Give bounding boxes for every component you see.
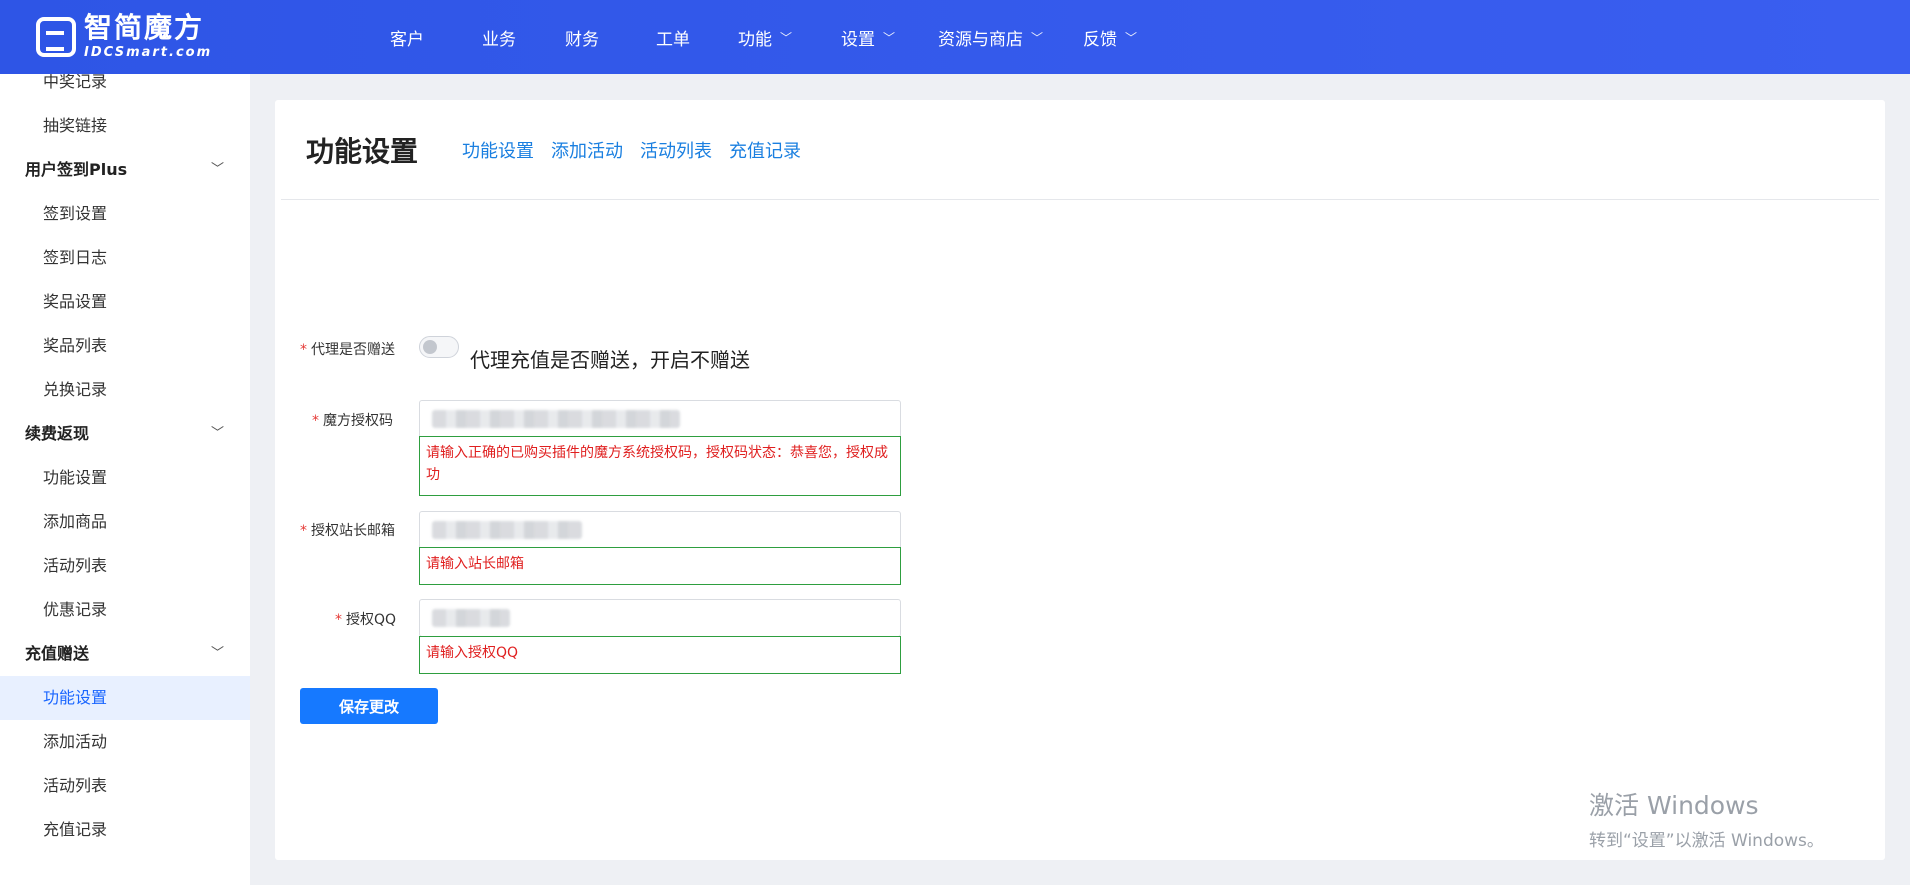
sidebar-group-label: 充值赠送: [25, 644, 90, 663]
sidebar-group-label: 续费返现: [25, 424, 90, 443]
nav-item-label: 客户: [390, 29, 424, 50]
nav-item-label: 业务: [482, 29, 516, 50]
sidebar-item[interactable]: 中奖记录: [0, 74, 250, 104]
sidebar-item[interactable]: 抽奖链接: [0, 104, 250, 148]
sidebar-item[interactable]: 奖品设置: [0, 280, 250, 324]
sidebar-item[interactable]: 活动列表: [0, 764, 250, 808]
redacted-value: [432, 609, 510, 627]
chevron-down-icon: ﹀: [780, 30, 793, 45]
chevron-down-icon: ﹀: [883, 30, 896, 45]
watermark-subtitle: 转到“设置”以激活 Windows。: [1589, 831, 1824, 851]
nav-item[interactable]: 财务: [565, 0, 599, 74]
tab-feature-settings[interactable]: 功能设置: [462, 137, 534, 163]
panel-header: 功能设置 功能设置 添加活动 活动列表 充值记录: [281, 100, 1879, 200]
auth-email-hint: 请输入站长邮箱: [419, 547, 901, 585]
brand-logo[interactable]: 智简魔方 IDCSmart.com: [36, 14, 212, 59]
chevron-down-icon: ﹀: [1031, 30, 1044, 45]
main-nav: 客户 业务 财务 工单 功能 ﹀ 设置 ﹀ 资源与商店 ﹀ 反馈 ﹀: [390, 0, 1137, 74]
nav-item[interactable]: 功能 ﹀: [738, 0, 792, 74]
nav-item-label: 资源与商店: [938, 29, 1024, 50]
tab-add-activity[interactable]: 添加活动: [551, 137, 623, 163]
brand-domain: IDCSmart.com: [84, 45, 213, 60]
brand-name: 智简魔方: [84, 11, 205, 44]
nav-item-label: 工单: [656, 29, 690, 50]
agent-gift-label: * 代理是否赠送: [300, 342, 395, 358]
content-panel: 功能设置 功能设置 添加活动 活动列表 充值记录 * 代理是否赠送 代理充值是否赠…: [275, 100, 1885, 860]
sidebar-item[interactable]: 添加商品: [0, 500, 250, 544]
top-navbar: 智简魔方 IDCSmart.com 客户 业务 财务 工单 功能 ﹀ 设置 ﹀ 资源与商店 ﹀ 反馈…: [0, 0, 1910, 74]
auth-qq-hint: 请输入授权QQ: [419, 636, 901, 674]
auth-email-input[interactable]: [419, 511, 901, 549]
auth-code-label: * 魔方授权码: [312, 413, 393, 429]
sidebar-item[interactable]: 添加活动: [0, 720, 250, 764]
sidebar-item[interactable]: 签到日志: [0, 236, 250, 280]
sidebar-item[interactable]: 活动列表: [0, 544, 250, 588]
auth-code-hint: 请输入正确的已购买插件的魔方系统授权码，授权码状态：恭喜您，授权成功: [419, 436, 901, 496]
agent-gift-description: 代理充值是否赠送，开启不赠送: [470, 348, 750, 372]
redacted-value: [432, 521, 582, 539]
auth-qq-input[interactable]: [419, 599, 901, 637]
nav-item[interactable]: 反馈 ﹀: [1083, 0, 1137, 74]
tab-recharge-records[interactable]: 充值记录: [729, 137, 801, 163]
sidebar-item[interactable]: 功能设置: [0, 456, 250, 500]
nav-item[interactable]: 工单: [656, 0, 690, 74]
nav-item-label: 财务: [565, 29, 599, 50]
nav-item[interactable]: 客户: [390, 0, 424, 74]
sidebar-item-active[interactable]: 功能设置: [0, 676, 250, 720]
chevron-down-icon: ﹀: [210, 426, 224, 441]
sidebar-group[interactable]: 续费返现 ﹀: [0, 412, 250, 456]
chevron-down-icon: ﹀: [1125, 30, 1138, 45]
auth-code-input[interactable]: [419, 400, 901, 438]
nav-item-label: 设置: [841, 29, 876, 50]
save-button[interactable]: 保存更改: [300, 688, 438, 724]
sidebar-item[interactable]: 奖品列表: [0, 324, 250, 368]
logo-mark-icon: [36, 16, 76, 57]
auth-email-label: * 授权站长邮箱: [300, 523, 395, 539]
sidebar-group-label: 用户签到Plus: [25, 160, 128, 179]
tab-activity-list[interactable]: 活动列表: [640, 137, 712, 163]
chevron-down-icon: ﹀: [210, 646, 224, 661]
sidebar-item[interactable]: 签到设置: [0, 192, 250, 236]
nav-item[interactable]: 设置 ﹀: [841, 0, 895, 74]
redacted-value: [432, 410, 680, 428]
nav-item[interactable]: 业务: [482, 0, 516, 74]
sidebar-item[interactable]: 充值记录: [0, 808, 250, 852]
windows-activation-watermark: 激活 Windows 转到“设置”以激活 Windows。: [1589, 786, 1824, 851]
sidebar-item[interactable]: 优惠记录: [0, 588, 250, 632]
sidebar-group[interactable]: 用户签到Plus ﹀: [0, 148, 250, 192]
page-title: 功能设置: [306, 134, 419, 168]
agent-gift-toggle[interactable]: [419, 336, 459, 358]
nav-item-label: 反馈: [1083, 29, 1118, 50]
sidebar-item[interactable]: 兑换记录: [0, 368, 250, 412]
auth-qq-label: * 授权QQ: [335, 612, 397, 628]
nav-item-label: 功能: [738, 29, 772, 50]
chevron-down-icon: ﹀: [210, 162, 224, 177]
nav-item[interactable]: 资源与商店 ﹀: [938, 0, 1043, 74]
sidebar: 中奖记录 抽奖链接 用户签到Plus ﹀ 签到设置 签到日志 奖品设置 奖品列表 兑换记录 续费返…: [0, 74, 250, 885]
toggle-knob: [423, 340, 437, 354]
watermark-title: 激活 Windows: [1589, 791, 1759, 820]
sidebar-group[interactable]: 充值赠送 ﹀: [0, 632, 250, 676]
